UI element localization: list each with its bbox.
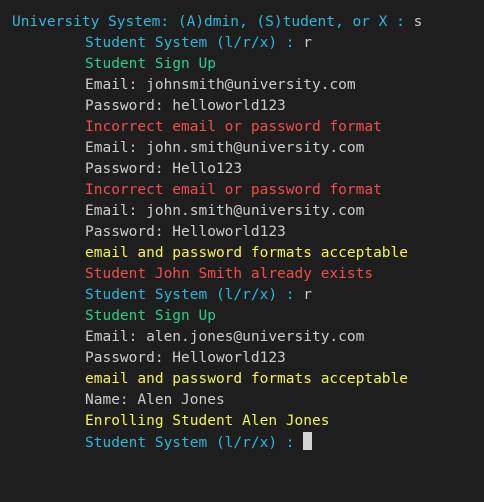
terminal-line: Enrolling Student Alen Jones xyxy=(0,411,484,432)
output-text: Email: john.smith@university.com xyxy=(85,203,365,219)
output-text: Email: johnsmith@university.com xyxy=(85,77,356,93)
output-text: email and password formats acceptable xyxy=(85,371,409,387)
terminal-line: Student System (l/r/x) : xyxy=(0,432,484,453)
terminal-line: Password: helloworld123 xyxy=(0,96,484,117)
text-cursor[interactable] xyxy=(303,432,313,450)
output-text: Password: Helloworld123 xyxy=(85,224,286,240)
terminal-line: University System: (A)dmin, (S)tudent, o… xyxy=(0,12,484,33)
output-text: Enrolling Student Alen Jones xyxy=(85,413,330,429)
terminal-line: Email: johnsmith@university.com xyxy=(0,75,484,96)
terminal-line: Incorrect email or password format xyxy=(0,180,484,201)
prompt-text: University System: (A)dmin, (S)tudent, o… xyxy=(12,14,414,30)
terminal-line: Student System (l/r/x) : r xyxy=(0,33,484,54)
terminal-line: email and password formats acceptable xyxy=(0,369,484,390)
terminal-line: Incorrect email or password format xyxy=(0,117,484,138)
output-text: Student John Smith already exists xyxy=(85,266,374,282)
terminal-line: Student Sign Up xyxy=(0,54,484,75)
user-input: s xyxy=(413,14,423,30)
terminal-line: Student John Smith already exists xyxy=(0,264,484,285)
terminal-line: Password: Helloworld123 xyxy=(0,222,484,243)
terminal-window[interactable]: University System: (A)dmin, (S)tudent, o… xyxy=(0,0,484,502)
output-text: Incorrect email or password format xyxy=(85,119,382,135)
output-text: Email: alen.jones@university.com xyxy=(85,329,365,345)
output-text: Student Sign Up xyxy=(85,308,216,324)
output-text: Password: Hello123 xyxy=(85,161,243,177)
terminal-line: Student Sign Up xyxy=(0,306,484,327)
output-text: email and password formats acceptable xyxy=(85,245,409,261)
terminal-line: Student System (l/r/x) : r xyxy=(0,285,484,306)
prompt-text: Student System (l/r/x) : xyxy=(85,435,304,451)
terminal-line: Password: Hello123 xyxy=(0,159,484,180)
prompt-text: Student System (l/r/x) : xyxy=(85,287,304,303)
output-text: Email: john.smith@university.com xyxy=(85,140,365,156)
terminal-line: Password: Helloworld123 xyxy=(0,348,484,369)
terminal-line: Name: Alen Jones xyxy=(0,390,484,411)
output-text: Name: Alen Jones xyxy=(85,392,225,408)
user-input: r xyxy=(303,287,312,303)
user-input: r xyxy=(303,35,312,51)
terminal-line: Email: john.smith@university.com xyxy=(0,138,484,159)
terminal-line: Email: alen.jones@university.com xyxy=(0,327,484,348)
output-text: Password: Helloworld123 xyxy=(85,350,286,366)
output-text: Student Sign Up xyxy=(85,56,216,72)
terminal-line: Email: john.smith@university.com xyxy=(0,201,484,222)
output-text: Incorrect email or password format xyxy=(85,182,382,198)
prompt-text: Student System (l/r/x) : xyxy=(85,35,304,51)
output-text: Password: helloworld123 xyxy=(85,98,286,114)
terminal-line: email and password formats acceptable xyxy=(0,243,484,264)
